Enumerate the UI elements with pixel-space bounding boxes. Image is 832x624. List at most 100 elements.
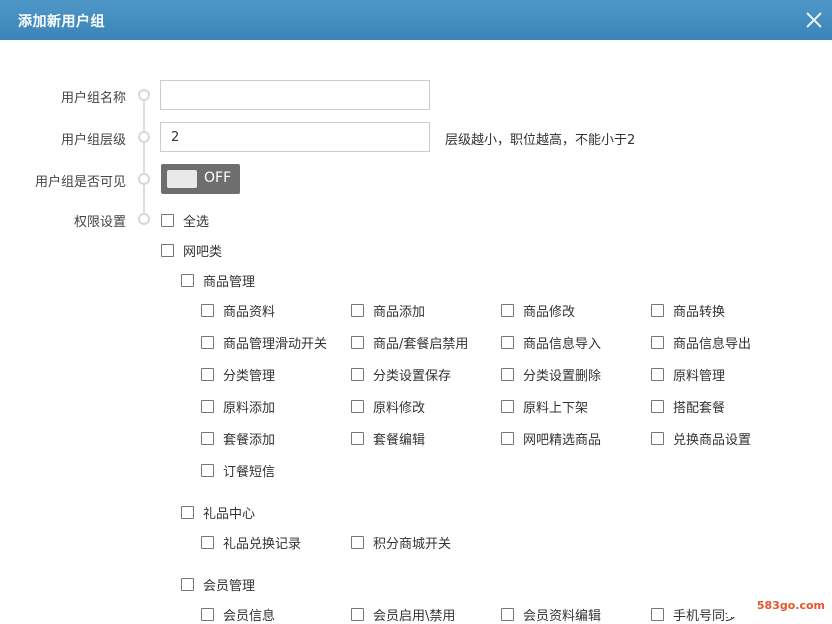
checkbox-label: 商品/套餐启禁用 <box>373 337 469 352</box>
checkbox-box[interactable] <box>201 608 214 621</box>
goods-management-checkbox[interactable]: 商品管理 <box>181 271 255 290</box>
checkbox-label: 会员资料编辑 <box>523 609 602 624</box>
checkbox-box[interactable] <box>181 274 194 287</box>
checkbox-box[interactable] <box>651 400 664 413</box>
close-icon[interactable] <box>798 4 828 34</box>
netcafe-checkbox[interactable]: 网吧类 <box>161 241 222 260</box>
perm-item[interactable]: 商品转换 <box>651 301 725 320</box>
checkbox-label: 分类管理 <box>223 369 276 384</box>
checkbox-box[interactable] <box>201 400 214 413</box>
checkbox-box[interactable] <box>501 432 514 445</box>
perm-item[interactable]: 商品/套餐启禁用 <box>351 333 468 352</box>
checkbox-box[interactable] <box>351 336 364 349</box>
perm-item[interactable]: 商品管理滑动开关 <box>201 333 327 352</box>
checkbox-box[interactable] <box>201 536 214 549</box>
rail-dot <box>138 89 150 101</box>
toggle-knob <box>167 170 197 188</box>
checkbox-box[interactable] <box>161 244 174 257</box>
perm-item[interactable]: 积分商城开关 <box>351 533 451 552</box>
checkbox-box[interactable] <box>501 608 514 621</box>
checkbox-box[interactable] <box>351 608 364 621</box>
checkbox-box[interactable] <box>351 400 364 413</box>
checkbox-box[interactable] <box>501 368 514 381</box>
group-level-input[interactable] <box>160 122 430 152</box>
checkbox-label: 原料管理 <box>673 369 726 384</box>
checkbox-box[interactable] <box>201 432 214 445</box>
checkbox-box[interactable] <box>161 214 174 227</box>
perm-item[interactable]: 手机号同步 <box>651 605 738 624</box>
checkbox-label: 商品转换 <box>673 305 726 320</box>
checkbox-label: 会员管理 <box>203 579 256 594</box>
perm-item[interactable]: 订餐短信 <box>201 461 275 480</box>
checkbox-label: 兑换商品设置 <box>673 433 752 448</box>
perm-item[interactable]: 网吧精选商品 <box>501 429 601 448</box>
perm-item[interactable]: 搭配套餐 <box>651 397 725 416</box>
checkbox-label: 全选 <box>183 215 210 230</box>
checkbox-box[interactable] <box>501 304 514 317</box>
visible-toggle[interactable]: OFF <box>161 164 240 194</box>
perm-item[interactable]: 商品修改 <box>501 301 575 320</box>
group-name-label: 用户组名称 <box>60 91 126 106</box>
perm-item[interactable]: 会员信息 <box>201 605 275 624</box>
checkbox-label: 搭配套餐 <box>673 401 726 416</box>
checkbox-label: 礼品兑换记录 <box>223 537 302 552</box>
checkbox-label: 分类设置保存 <box>373 369 452 384</box>
checkbox-box[interactable] <box>351 432 364 445</box>
perm-item[interactable]: 商品资料 <box>201 301 275 320</box>
checkbox-label: 套餐编辑 <box>373 433 426 448</box>
checkbox-label: 会员启用\禁用 <box>373 609 456 624</box>
permissions-label: 权限设置 <box>73 215 126 230</box>
checkbox-box[interactable] <box>201 464 214 477</box>
checkbox-box[interactable] <box>651 368 664 381</box>
toggle-state: OFF <box>204 170 232 186</box>
checkbox-box[interactable] <box>201 368 214 381</box>
perm-item[interactable]: 礼品兑换记录 <box>201 533 301 552</box>
checkbox-box[interactable] <box>651 432 664 445</box>
checkbox-box[interactable] <box>651 608 664 621</box>
checkbox-label: 商品添加 <box>373 305 426 320</box>
checkbox-box[interactable] <box>351 536 364 549</box>
checkbox-label: 商品资料 <box>223 305 276 320</box>
perm-item[interactable]: 商品信息导出 <box>651 333 751 352</box>
checkbox-box[interactable] <box>201 336 214 349</box>
checkbox-box[interactable] <box>501 336 514 349</box>
checkbox-box[interactable] <box>181 578 194 591</box>
perm-item[interactable]: 商品添加 <box>351 301 425 320</box>
checkbox-box[interactable] <box>651 304 664 317</box>
perm-item[interactable]: 原料添加 <box>201 397 275 416</box>
checkbox-box[interactable] <box>351 368 364 381</box>
checkbox-label: 商品信息导出 <box>673 337 752 352</box>
checkbox-label: 商品信息导入 <box>523 337 602 352</box>
checkbox-label: 原料上下架 <box>523 401 589 416</box>
perm-item[interactable]: 分类管理 <box>201 365 275 384</box>
checkbox-box[interactable] <box>651 336 664 349</box>
perm-item[interactable]: 原料管理 <box>651 365 725 384</box>
watermark: 583go.com <box>727 577 829 617</box>
perm-item[interactable]: 分类设置删除 <box>501 365 601 384</box>
group-name-input[interactable] <box>160 80 430 110</box>
perm-item[interactable]: 原料上下架 <box>501 397 588 416</box>
perm-item[interactable]: 会员资料编辑 <box>501 605 601 624</box>
perm-item[interactable]: 套餐编辑 <box>351 429 425 448</box>
dialog-title-bar: 添加新用户组 <box>0 0 832 40</box>
dialog-title: 添加新用户组 <box>18 14 105 30</box>
checkbox-label: 礼品中心 <box>203 507 256 522</box>
group-level-hint: 层级越小，职位越高，不能小于2 <box>445 133 636 148</box>
rail-dot <box>138 213 150 225</box>
checkbox-box[interactable] <box>501 400 514 413</box>
perm-item[interactable]: 商品信息导入 <box>501 333 601 352</box>
gift-center-checkbox[interactable]: 礼品中心 <box>181 503 255 522</box>
checkbox-box[interactable] <box>181 506 194 519</box>
member-management-checkbox[interactable]: 会员管理 <box>181 575 255 594</box>
checkbox-box[interactable] <box>201 304 214 317</box>
checkbox-label: 商品管理滑动开关 <box>223 337 328 352</box>
checkbox-box[interactable] <box>351 304 364 317</box>
checkbox-label: 分类设置删除 <box>523 369 602 384</box>
rail-dot <box>138 131 150 143</box>
perm-item[interactable]: 会员启用\禁用 <box>351 605 455 624</box>
perm-item[interactable]: 分类设置保存 <box>351 365 451 384</box>
perm-item[interactable]: 套餐添加 <box>201 429 275 448</box>
perm-item[interactable]: 原料修改 <box>351 397 425 416</box>
select-all-checkbox[interactable]: 全选 <box>161 211 209 230</box>
perm-item[interactable]: 兑换商品设置 <box>651 429 751 448</box>
